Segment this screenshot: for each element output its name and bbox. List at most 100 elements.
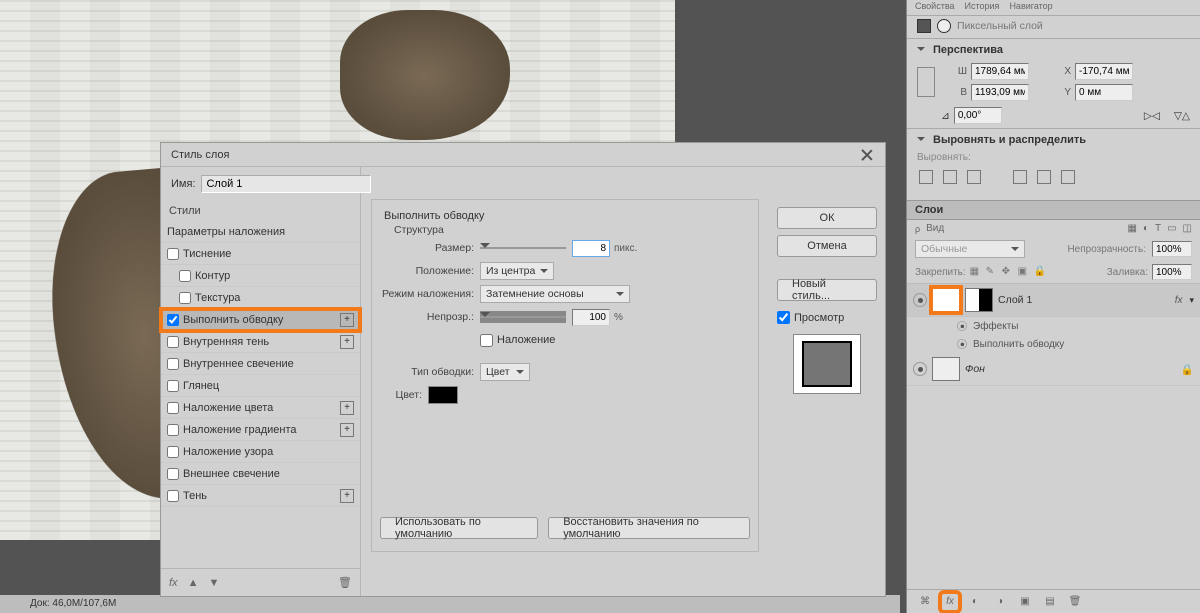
perspective-section[interactable]: Перспектива: [933, 44, 1003, 56]
size-unit: пикс.: [614, 243, 637, 254]
filter-type-icon[interactable]: T: [1155, 223, 1161, 234]
layer1-effects-row[interactable]: Эффекты: [907, 317, 1200, 335]
new-style-button[interactable]: Новый стиль...: [777, 279, 877, 301]
add-adjustment-icon[interactable]: ◑: [992, 594, 1008, 610]
layer1-mask-thumbnail[interactable]: [965, 288, 993, 312]
layer1-thumbnail[interactable]: [932, 288, 960, 312]
style-blending-options[interactable]: Параметры наложения: [161, 221, 360, 243]
style-outer-glow[interactable]: Внешнее свечение: [161, 463, 360, 485]
tab-properties[interactable]: Свойства: [915, 1, 955, 14]
opacity-input[interactable]: [572, 309, 610, 326]
lock-icon: 🔒: [1181, 363, 1194, 376]
style-texture[interactable]: Текстура: [161, 287, 360, 309]
y-input[interactable]: [1075, 84, 1133, 101]
align-right-icon[interactable]: [967, 170, 981, 184]
background-thumbnail[interactable]: [932, 357, 960, 381]
move-down-icon[interactable]: ▼: [208, 577, 219, 589]
style-gradient-overlay[interactable]: Наложение градиента+: [161, 419, 360, 441]
size-label: Размер:: [380, 242, 480, 254]
new-group-icon[interactable]: ▣: [1017, 594, 1033, 610]
size-input[interactable]: [572, 240, 610, 257]
lock-pos-icon[interactable]: ✥: [1002, 266, 1014, 278]
overprint-checkbox[interactable]: [480, 334, 493, 347]
layer-item-layer1[interactable]: Слой 1 fx ▾: [907, 284, 1200, 317]
position-select[interactable]: Из центра: [480, 262, 554, 280]
align-left-icon[interactable]: [919, 170, 933, 184]
style-drop-shadow[interactable]: Тень+: [161, 485, 360, 507]
align-top-icon[interactable]: [1013, 170, 1027, 184]
add-gradient-overlay-button[interactable]: +: [340, 423, 354, 437]
add-color-overlay-button[interactable]: +: [340, 401, 354, 415]
x-input[interactable]: [1075, 63, 1133, 80]
filter-shape-icon[interactable]: ▭: [1167, 223, 1176, 234]
move-up-icon[interactable]: ▲: [188, 577, 199, 589]
new-layer-icon[interactable]: ▤: [1042, 594, 1058, 610]
collapse-effects-icon[interactable]: ▾: [1189, 295, 1194, 306]
close-icon[interactable]: [859, 147, 875, 163]
filter-adjust-icon[interactable]: ◐: [1143, 223, 1149, 234]
flip-h-icon[interactable]: ▷◁: [1144, 110, 1160, 122]
reset-default-button[interactable]: Восстановить значения по умолчанию: [548, 517, 750, 539]
layer-item-background[interactable]: Фон 🔒: [907, 353, 1200, 386]
fx-menu-icon[interactable]: fx: [169, 577, 178, 589]
stroke-color-swatch[interactable]: [428, 386, 458, 404]
overprint-label: Наложение: [497, 334, 555, 346]
trash-icon[interactable]: 🗑: [338, 576, 352, 589]
align-center-h-icon[interactable]: [943, 170, 957, 184]
style-stroke[interactable]: Выполнить обводку+: [161, 309, 360, 331]
visibility-toggle-layer1[interactable]: [913, 293, 927, 307]
add-fx-icon[interactable]: fx: [942, 594, 958, 610]
lock-trans-icon[interactable]: ▦: [970, 266, 982, 278]
lock-paint-icon[interactable]: ✎: [986, 266, 998, 278]
style-satin[interactable]: Глянец: [161, 375, 360, 397]
layer1-stroke-effect-row[interactable]: Выполнить обводку: [907, 335, 1200, 353]
style-inner-glow[interactable]: Внутреннее свечение: [161, 353, 360, 375]
link-layers-icon[interactable]: ⌘: [917, 594, 933, 610]
style-pattern-overlay[interactable]: Наложение узора: [161, 441, 360, 463]
size-slider[interactable]: [480, 242, 566, 254]
width-input[interactable]: [971, 63, 1029, 80]
opacity-slider[interactable]: [480, 311, 566, 323]
layer-opacity-input[interactable]: [1152, 241, 1192, 257]
visibility-toggle-bg[interactable]: [913, 362, 927, 376]
link-wh-icon[interactable]: [917, 67, 935, 97]
layer-fill-input[interactable]: [1152, 264, 1192, 280]
add-mask-icon[interactable]: ◐: [967, 594, 983, 610]
status-bar: Док: 46,0M/107,6M: [0, 595, 900, 613]
filter-pixel-icon[interactable]: ▦: [1127, 223, 1136, 234]
ok-button[interactable]: ОК: [777, 207, 877, 229]
layer1-fx-badge[interactable]: fx: [1175, 295, 1183, 306]
style-bevel[interactable]: Тиснение: [161, 243, 360, 265]
style-inner-shadow[interactable]: Внутренняя тень+: [161, 331, 360, 353]
layers-panel-header[interactable]: Слои: [907, 200, 1200, 220]
blend-mode-select[interactable]: Затемнение основы: [480, 285, 630, 303]
lock-all-icon[interactable]: 🔒: [1034, 266, 1046, 278]
make-default-button[interactable]: Использовать по умолчанию: [380, 517, 538, 539]
styles-header: Стили: [161, 201, 360, 221]
layer-name-input[interactable]: [201, 175, 371, 193]
stroke-type-select[interactable]: Цвет: [480, 363, 530, 381]
lock-artboard-icon[interactable]: ▣: [1018, 266, 1030, 278]
add-drop-shadow-button[interactable]: +: [340, 489, 354, 503]
angle-input[interactable]: [954, 107, 1002, 124]
preview-checkbox[interactable]: [777, 311, 790, 324]
filter-smart-icon[interactable]: ◫: [1183, 223, 1192, 234]
color-label: Цвет:: [380, 389, 428, 401]
angle-icon: ⊿: [941, 110, 950, 122]
align-section[interactable]: Выровнять и распределить: [933, 134, 1086, 146]
flip-v-icon[interactable]: ▽△: [1174, 110, 1190, 122]
tab-navigator[interactable]: Навигатор: [1009, 1, 1052, 14]
tab-history[interactable]: История: [965, 1, 1000, 14]
background-name: Фон: [965, 363, 985, 375]
add-inner-shadow-button[interactable]: +: [340, 335, 354, 349]
style-contour[interactable]: Контур: [161, 265, 360, 287]
style-color-overlay[interactable]: Наложение цвета+: [161, 397, 360, 419]
cancel-button[interactable]: Отмена: [777, 235, 877, 257]
align-center-v-icon[interactable]: [1037, 170, 1051, 184]
delete-layer-icon[interactable]: 🗑: [1067, 594, 1083, 610]
add-stroke-button[interactable]: +: [340, 313, 354, 327]
layer-filter-kind[interactable]: Вид: [926, 223, 944, 234]
align-bottom-icon[interactable]: [1061, 170, 1075, 184]
height-input[interactable]: [971, 84, 1029, 101]
blend-mode-select-panel[interactable]: Обычные: [915, 240, 1025, 258]
